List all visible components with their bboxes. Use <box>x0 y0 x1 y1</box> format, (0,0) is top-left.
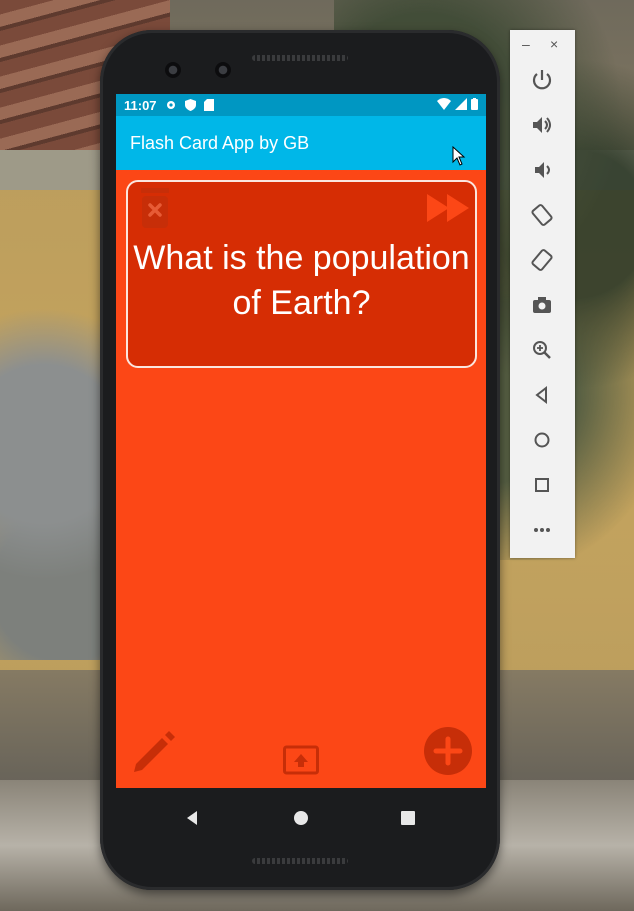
settings-icon <box>166 101 175 109</box>
app-title: Flash Card App by GB <box>130 133 310 153</box>
nav-bar <box>116 788 486 848</box>
phone-frame: 11:07 Flash Card App by GB What is the p… <box>100 30 500 890</box>
app-screen: 11:07 Flash Card App by GB What is the p… <box>116 94 486 788</box>
background-stone <box>0 300 110 660</box>
front-camera-icon <box>165 62 181 78</box>
rotate-left-icon[interactable] <box>530 203 554 227</box>
front-sensor-icon <box>215 62 231 78</box>
back-icon[interactable] <box>183 808 203 828</box>
emulator-toolbar: – × <box>510 30 575 558</box>
upload-icon[interactable] <box>283 745 319 775</box>
shield-icon <box>184 99 196 111</box>
camera-icon[interactable] <box>530 293 554 317</box>
more-icon[interactable] <box>530 518 554 542</box>
volume-down-icon[interactable] <box>530 158 554 182</box>
rotate-right-icon[interactable] <box>530 248 554 272</box>
bottom-speaker <box>252 858 348 864</box>
question-text: What is the population of Earth? <box>133 239 470 322</box>
volume-up-icon[interactable] <box>530 113 554 137</box>
top-speaker <box>252 55 348 61</box>
minimize-button[interactable]: – <box>522 36 530 52</box>
add-circle-icon[interactable] <box>424 727 472 775</box>
mouse-cursor-icon <box>452 146 466 166</box>
delete-icon[interactable] <box>138 188 172 228</box>
emulator-window-controls: – × <box>510 36 575 54</box>
close-button[interactable]: × <box>550 36 558 52</box>
edit-pencil-icon[interactable] <box>132 730 176 774</box>
fast-forward-icon[interactable] <box>427 194 471 222</box>
wifi-icon <box>437 98 451 110</box>
status-bar: 11:07 <box>116 94 486 116</box>
home-icon[interactable] <box>291 808 311 828</box>
battery-icon <box>471 98 478 110</box>
recents-icon[interactable] <box>398 808 418 828</box>
app-bar: Flash Card App by GB <box>116 116 486 170</box>
overview-icon[interactable] <box>530 473 554 497</box>
power-icon[interactable] <box>530 68 554 92</box>
flash-card[interactable]: What is the population of Earth? <box>126 180 477 368</box>
home-icon[interactable] <box>530 428 554 452</box>
status-time: 11:07 <box>124 97 157 113</box>
back-icon[interactable] <box>530 383 554 407</box>
zoom-icon[interactable] <box>530 338 554 362</box>
sd-card-icon <box>203 99 214 111</box>
status-indicators <box>437 98 478 110</box>
signal-icon <box>455 98 467 110</box>
